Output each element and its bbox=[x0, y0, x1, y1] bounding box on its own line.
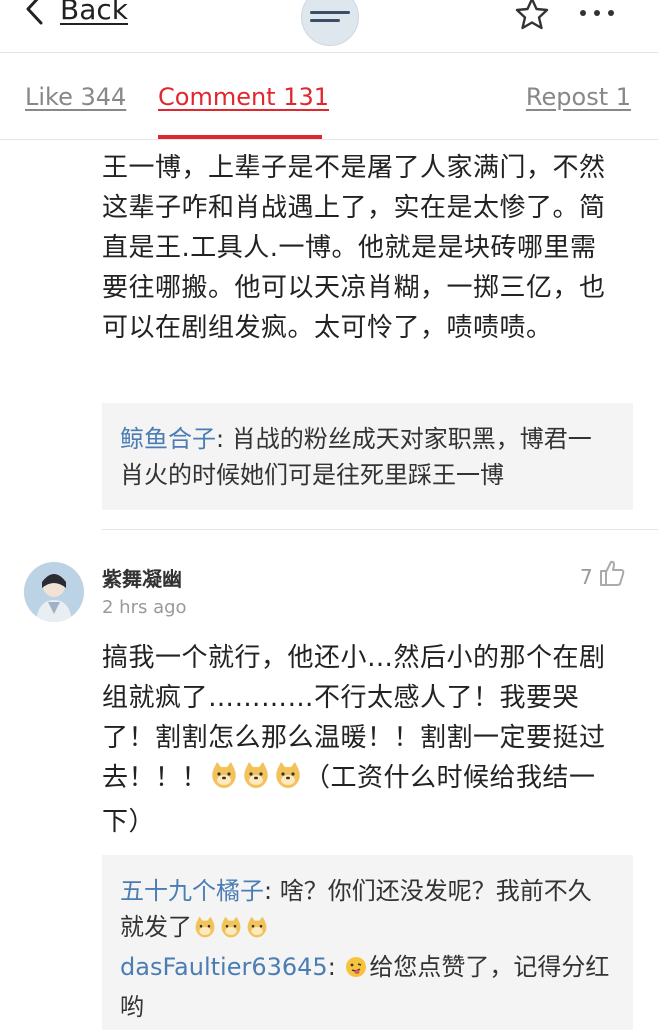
chevron-left-icon bbox=[24, 0, 44, 26]
comment-text: 王一博，上辈子是不是屠了人家满门，不然这辈子咋和肖战遇上了，实在是太惨了。简直是… bbox=[102, 153, 606, 343]
reply-box[interactable]: 鲸鱼合子: 肖战的粉丝成天对家职黑，博君一肖火的时候她们可是往死里踩王一博 bbox=[102, 403, 633, 510]
author-avatar[interactable] bbox=[301, 0, 359, 46]
thumbs-up-icon[interactable] bbox=[598, 558, 626, 592]
username[interactable]: 紫舞凝幽 bbox=[102, 563, 182, 592]
doge-emoji-icon bbox=[245, 913, 269, 949]
tab-like[interactable]: Like 344 bbox=[25, 83, 126, 111]
colon: : bbox=[327, 953, 344, 981]
more-dots-icon[interactable] bbox=[580, 10, 614, 16]
star-icon[interactable] bbox=[514, 0, 550, 36]
reply-line: dasFaultier63645: 给您点赞了，记得分红哟 bbox=[120, 949, 615, 1025]
doge-emoji-icon bbox=[219, 913, 243, 949]
doge-emoji-icon bbox=[193, 913, 217, 949]
reply-box[interactable]: 五十九个橘子: 啥？你们还没发呢？我前不久就发了 dasFaultier6364… bbox=[102, 855, 633, 1030]
tab-active-indicator bbox=[158, 135, 322, 139]
comment-text: 搞我一个就行，他还小…然后小的那个在剧组就疯了…………不行太感人了！我要哭了！割… bbox=[102, 638, 622, 842]
doge-emoji-icon bbox=[209, 760, 239, 802]
like-count: 7 bbox=[580, 565, 593, 589]
reply-author[interactable]: 五十九个橘子 bbox=[120, 877, 264, 905]
reply-author[interactable]: dasFaultier63645 bbox=[120, 953, 328, 981]
reply-line: 五十九个橘子: 啥？你们还没发呢？我前不久就发了 bbox=[120, 873, 615, 949]
doge-emoji-icon bbox=[241, 760, 271, 802]
top-bar: Back bbox=[0, 0, 658, 53]
divider bbox=[102, 529, 658, 530]
doge-emoji-icon bbox=[273, 760, 303, 802]
reply-author[interactable]: 鲸鱼合子 bbox=[120, 425, 216, 453]
back-button[interactable]: Back bbox=[24, 0, 128, 26]
tab-repost[interactable]: Repost 1 bbox=[526, 83, 631, 111]
tongue-face-emoji-icon bbox=[344, 953, 368, 989]
avatar[interactable] bbox=[24, 562, 84, 622]
timestamp: 2 hrs ago bbox=[102, 597, 187, 618]
tab-comment[interactable]: Comment 131 bbox=[158, 83, 329, 111]
tab-bar: Like 344 Comment 131 Repost 1 bbox=[0, 53, 658, 140]
back-label: Back bbox=[60, 0, 128, 26]
